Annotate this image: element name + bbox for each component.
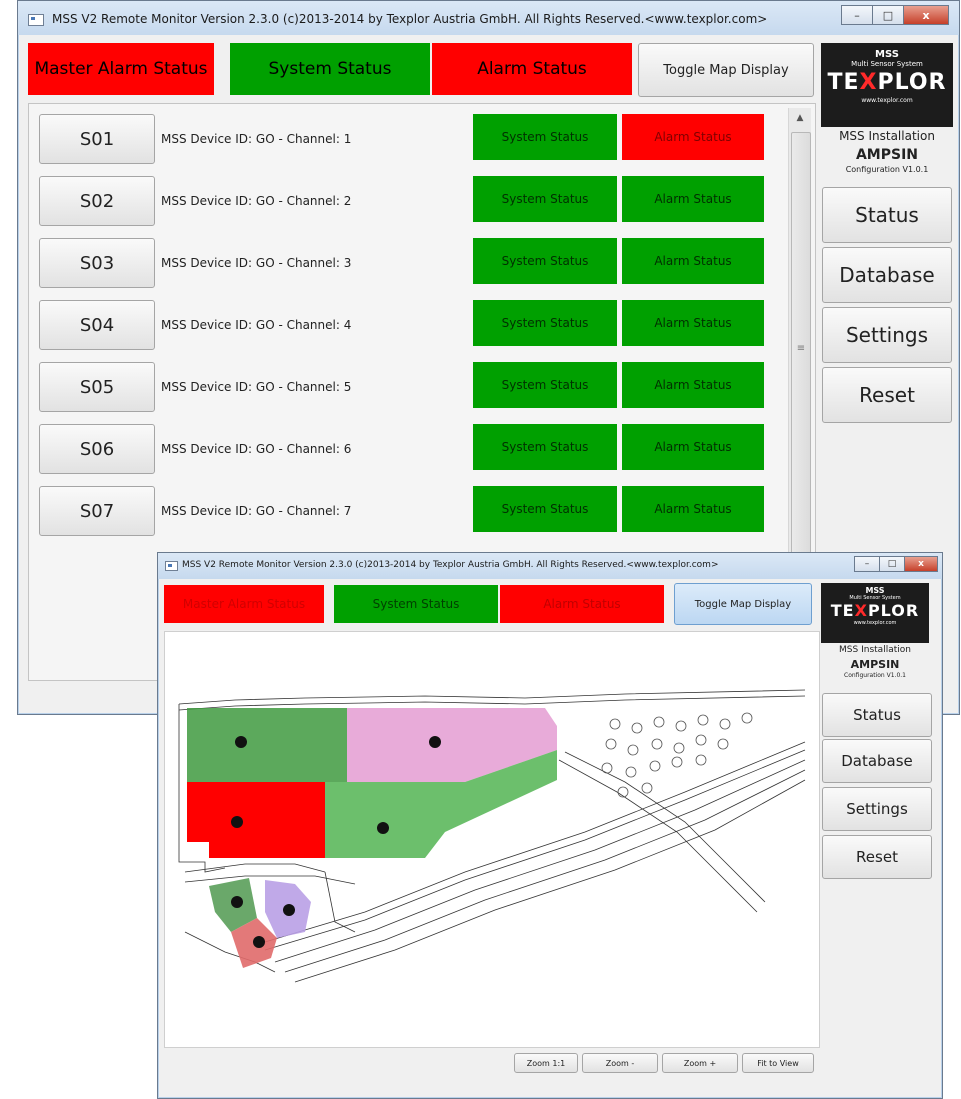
- master-alarm-status[interactable]: Master Alarm Status: [28, 43, 214, 95]
- window-controls: – □ x: [841, 5, 949, 25]
- device-system-status[interactable]: System Status: [473, 362, 617, 408]
- texplor-logo: MSS Multi Sensor System TEXPLOR www.texp…: [821, 43, 953, 127]
- title-bar[interactable]: MSS V2 Remote Monitor Version 2.3.0 (c)2…: [158, 553, 942, 579]
- settings-button[interactable]: Settings: [822, 307, 952, 363]
- scroll-grip-icon: ≡: [796, 342, 806, 354]
- device-row: S03 MSS Device ID: GO - Channel: 3 Syste…: [29, 230, 769, 292]
- toggle-map-button[interactable]: Toggle Map Display: [674, 583, 812, 625]
- site-map-drawing: [178, 689, 806, 983]
- device-system-status[interactable]: System Status: [473, 176, 617, 222]
- alarm-status-indicator[interactable]: Alarm Status: [500, 585, 664, 623]
- settings-button[interactable]: Settings: [822, 787, 932, 831]
- title-bar[interactable]: MSS V2 Remote Monitor Version 2.3.0 (c)2…: [18, 1, 959, 35]
- map-window: MSS V2 Remote Monitor Version 2.3.0 (c)2…: [157, 552, 943, 1099]
- scroll-up-arrow-icon[interactable]: ▲: [789, 108, 811, 128]
- device-label: MSS Device ID: GO - Channel: 6: [161, 442, 352, 456]
- maximize-button[interactable]: □: [879, 556, 904, 572]
- device-alarm-status[interactable]: Alarm Status: [622, 424, 764, 470]
- device-alarm-status[interactable]: Alarm Status: [622, 176, 764, 222]
- device-system-status[interactable]: System Status: [473, 486, 617, 532]
- device-alarm-status[interactable]: Alarm Status: [622, 114, 764, 160]
- installation-name: AMPSIN: [850, 658, 900, 671]
- device-label: MSS Device ID: GO - Channel: 4: [161, 318, 352, 332]
- logo-mss: MSS: [865, 586, 885, 595]
- toggle-map-button[interactable]: Toggle Map Display: [638, 43, 814, 97]
- app-icon: [28, 14, 44, 26]
- site-map[interactable]: [164, 631, 820, 1048]
- device-system-status[interactable]: System Status: [473, 238, 617, 284]
- device-alarm-status[interactable]: Alarm Status: [622, 300, 764, 346]
- device-alarm-status[interactable]: Alarm Status: [622, 486, 764, 532]
- texplor-logo: MSS Multi Sensor System TEXPLOR www.texp…: [821, 583, 929, 643]
- installation-label: MSS Installation: [839, 645, 911, 655]
- device-row: S05 MSS Device ID: GO - Channel: 5 Syste…: [29, 354, 769, 416]
- reset-button[interactable]: Reset: [822, 835, 932, 879]
- configuration-version: Configuration V1.0.1: [845, 165, 929, 174]
- logo-mss: MSS: [875, 49, 899, 60]
- system-status-indicator[interactable]: System Status: [334, 585, 498, 623]
- device-system-status[interactable]: System Status: [473, 114, 617, 160]
- device-label: MSS Device ID: GO - Channel: 7: [161, 504, 352, 518]
- installation-info: MSS Installation AMPSIN Configuration V1…: [821, 645, 929, 679]
- device-row: S04 MSS Device ID: GO - Channel: 4 Syste…: [29, 292, 769, 354]
- status-button[interactable]: Status: [822, 693, 932, 737]
- minimize-button[interactable]: –: [854, 556, 879, 572]
- device-row: S01 MSS Device ID: GO - Channel: 1 Syste…: [29, 106, 769, 168]
- installation-label: MSS Installation: [839, 129, 935, 143]
- device-system-status[interactable]: System Status: [473, 424, 617, 470]
- device-button-s06[interactable]: S06: [39, 424, 155, 474]
- device-button-s02[interactable]: S02: [39, 176, 155, 226]
- logo-subtitle: Multi Sensor System: [851, 60, 923, 68]
- close-button[interactable]: x: [903, 5, 949, 25]
- zoom-1-1-button[interactable]: Zoom 1:1: [514, 1053, 578, 1073]
- device-row: S07 MSS Device ID: GO - Channel: 7 Syste…: [29, 478, 769, 540]
- window-title: MSS V2 Remote Monitor Version 2.3.0 (c)2…: [52, 12, 768, 26]
- device-label: MSS Device ID: GO - Channel: 2: [161, 194, 352, 208]
- device-button-s03[interactable]: S03: [39, 238, 155, 288]
- device-button-s07[interactable]: S07: [39, 486, 155, 536]
- device-label: MSS Device ID: GO - Channel: 3: [161, 256, 352, 270]
- zoom-in-button[interactable]: Zoom +: [662, 1053, 738, 1073]
- logo-url: www.texplor.com: [861, 97, 913, 104]
- zone-alarm: [187, 782, 325, 858]
- status-button[interactable]: Status: [822, 187, 952, 243]
- device-system-status[interactable]: System Status: [473, 300, 617, 346]
- maximize-button[interactable]: □: [872, 5, 903, 25]
- configuration-version: Configuration V1.0.1: [844, 672, 906, 679]
- zone-normal: [187, 708, 347, 782]
- database-button[interactable]: Database: [822, 247, 952, 303]
- window-controls: – □ x: [854, 556, 938, 572]
- device-alarm-status[interactable]: Alarm Status: [622, 362, 764, 408]
- minimize-button[interactable]: –: [841, 5, 872, 25]
- system-status-indicator[interactable]: System Status: [230, 43, 430, 95]
- installation-info: MSS Installation AMPSIN Configuration V1…: [821, 129, 953, 174]
- reset-button[interactable]: Reset: [822, 367, 952, 423]
- device-alarm-status[interactable]: Alarm Status: [622, 238, 764, 284]
- logo-brand: TEXPLOR: [827, 70, 947, 95]
- device-button-s01[interactable]: S01: [39, 114, 155, 164]
- device-row: S06 MSS Device ID: GO - Channel: 6 Syste…: [29, 416, 769, 478]
- logo-url: www.texplor.com: [853, 620, 897, 626]
- database-button[interactable]: Database: [822, 739, 932, 783]
- window-title: MSS V2 Remote Monitor Version 2.3.0 (c)2…: [182, 560, 719, 570]
- alarm-status-indicator[interactable]: Alarm Status: [432, 43, 632, 95]
- fit-to-view-button[interactable]: Fit to View: [742, 1053, 814, 1073]
- installation-name: AMPSIN: [855, 147, 919, 163]
- device-label: MSS Device ID: GO - Channel: 5: [161, 380, 352, 394]
- device-button-s05[interactable]: S05: [39, 362, 155, 412]
- zoom-out-button[interactable]: Zoom -: [582, 1053, 658, 1073]
- logo-brand: TEXPLOR: [830, 601, 920, 620]
- app-icon: [165, 561, 178, 571]
- close-button[interactable]: x: [904, 556, 938, 572]
- scroll-thumb[interactable]: ≡: [791, 132, 811, 564]
- master-alarm-status[interactable]: Master Alarm Status: [164, 585, 324, 623]
- device-row: S02 MSS Device ID: GO - Channel: 2 Syste…: [29, 168, 769, 230]
- device-label: MSS Device ID: GO - Channel: 1: [161, 132, 352, 146]
- device-button-s04[interactable]: S04: [39, 300, 155, 350]
